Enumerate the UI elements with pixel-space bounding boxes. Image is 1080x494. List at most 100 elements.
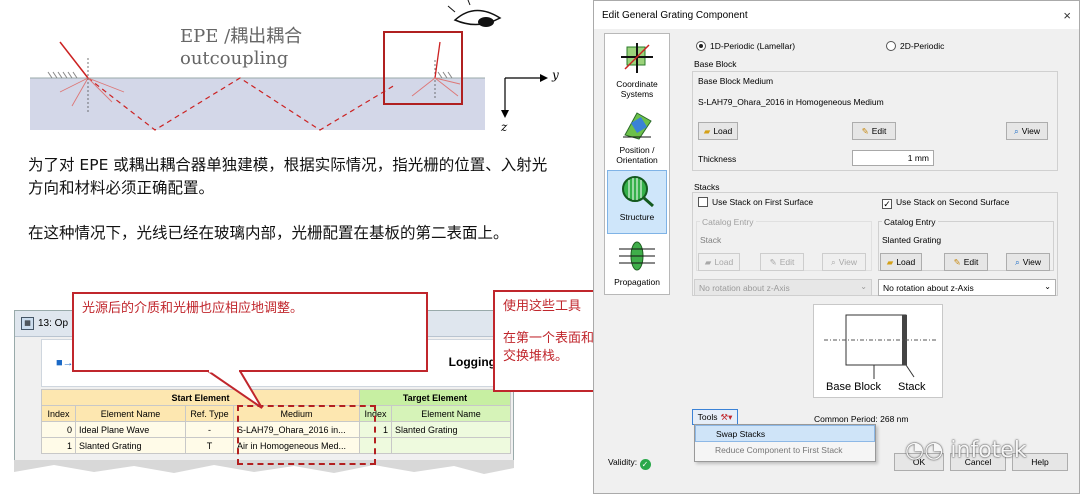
axis-z-label: z [501,120,508,134]
cell[interactable]: - [185,421,234,438]
preview-base-label: Base Block [826,381,882,393]
magnifier-icon: ⌕ [830,256,836,267]
second-rotation-value: No rotation about z-Axis [883,283,974,293]
pencil-icon: ✎ [861,125,869,136]
cell[interactable]: 1 [41,437,76,454]
second-edit-button[interactable]: ✎ Edit [944,253,988,271]
base-block-heading: Base Block [694,59,737,69]
base-block-medium-heading: Base Block Medium [698,76,774,86]
position-orientation-icon [623,112,652,140]
diagram-title: EPE /耦出耦合 outcoupling [180,26,302,70]
cell[interactable]: Slanted Grating [391,421,511,438]
col-index[interactable]: Index [41,405,76,422]
first-stack-value: Stack [700,235,722,245]
paragraph-2: 在这种情况下，光线已经在玻璃内部，光栅配置在基板的第二表面上。 [28,224,509,242]
col-element-name[interactable]: Element Name [75,405,186,422]
radio-2d-periodic[interactable] [886,41,896,51]
second-rotation-select[interactable]: No rotation about z-Axis ⌄ [878,279,1056,296]
tools-icon: ⚒▾ [720,411,733,422]
radio-2d-label: 2D-Periodic [900,41,945,51]
chevron-down-icon: ⌄ [860,282,867,291]
tools-button[interactable]: Tools ⚒▾ [692,409,738,425]
window-icon: ▦ [21,317,34,330]
watermark: ◔◔ infotek [905,438,1027,463]
nav-coordinate-systems-label: Coordinate Systems [616,79,658,99]
snippet-window-title: 13: Op [38,318,69,329]
radio-1d-label: 1D-Periodic (Lamellar) [710,41,796,51]
folder-icon: ▰ [703,125,711,136]
propagation-icon [619,241,655,271]
first-catalog-heading: Catalog Entry [700,217,756,227]
first-edit-label: Edit [779,257,795,267]
folder-icon: ▰ [886,256,894,267]
radio-1d-periodic[interactable] [696,41,706,51]
base-edit-label: Edit [871,126,887,136]
stacks-heading: Stacks [694,182,720,192]
second-load-button[interactable]: ▰ Load [880,253,922,271]
base-edit-button[interactable]: ✎ Edit [852,122,896,140]
slide: EPE /耦出耦合 outcoupling y z 为了对 EPE 或耦出耦合器… [0,0,725,494]
second-catalog-heading: Catalog Entry [882,217,938,227]
preview-stack-label: Stack [898,381,926,393]
coordinate-systems-icon [621,43,653,73]
first-load-button[interactable]: ▰ Load [698,253,740,271]
edit-grating-dialog: Edit General Grating Component × Coordin… [593,0,1080,494]
epe-diagram [30,0,548,131]
callout-1-pointer [204,370,263,409]
use-first-surface-label: Use Stack on First Surface [712,197,814,207]
torn-edge [14,460,514,494]
base-view-button[interactable]: ⌕ View [1006,122,1048,140]
chevron-down-icon: ⌄ [1044,282,1051,291]
cell[interactable]: 0 [41,421,76,438]
paragraph-1: 为了对 EPE 或耦出耦合器单独建模，根据实际情况，指光栅的位置、入射光方向和材… [28,156,548,197]
validity-text: Validity: [608,457,638,467]
second-view-label: View [1022,257,1042,267]
pencil-icon: ✎ [769,256,777,267]
magnifier-icon: ⌕ [1013,125,1019,136]
nav-coordinate-systems[interactable]: Coordinate Systems [607,38,667,102]
cell[interactable]: Ideal Plane Wave [75,421,186,438]
validity-label: Validity: ✓ [608,457,651,470]
col-target-element-name[interactable]: Element Name [391,405,511,422]
first-view-button[interactable]: ⌕ View [822,253,866,271]
logging-tab[interactable]: Logging [449,355,496,369]
base-view-label: View [1021,126,1041,136]
stack-preview: Base Block Stack [813,304,943,398]
cell[interactable] [391,437,511,454]
diagram-title-line-1: EPE /耦出耦合 [180,26,303,47]
watermark-text: infotek [950,438,1027,463]
target-element-header: Target Element [359,389,511,406]
base-load-label: Load [713,126,733,136]
first-edit-button[interactable]: ✎ Edit [760,253,804,271]
menu-swap-stacks[interactable]: Swap Stacks [695,425,875,442]
use-second-surface-checkbox[interactable]: ✓ [882,199,892,209]
cell[interactable]: T [185,437,234,454]
category-nav: Coordinate Systems Position / Orientatio… [604,33,670,295]
magnifier-icon: ⌕ [1014,256,1020,267]
folder-icon: ▰ [704,256,712,267]
second-view-button[interactable]: ⌕ View [1006,253,1050,271]
second-edit-label: Edit [963,257,979,267]
base-load-button[interactable]: ▰ Load [698,122,738,140]
dialog-titlebar: Edit General Grating Component × [594,1,1079,29]
menu-reduce-component[interactable]: Reduce Component to First Stack [695,442,875,459]
first-load-label: Load [714,257,734,267]
nav-structure[interactable]: Structure [607,170,667,234]
use-second-surface-label: Use Stack on Second Surface [896,197,1010,207]
pencil-icon: ✎ [953,256,961,267]
wechat-icon: ◔◔ [905,438,951,463]
first-rotation-value: No rotation about z-Axis [699,283,790,293]
use-first-surface-checkbox[interactable] [698,197,708,207]
thickness-input[interactable]: 1 mm [852,150,934,166]
cell[interactable]: Slanted Grating [75,437,186,454]
check-ok-icon: ✓ [639,459,651,470]
close-icon[interactable]: × [1063,8,1071,23]
first-rotation-select[interactable]: No rotation about z-Axis ⌄ [694,279,872,296]
nav-position-orientation[interactable]: Position / Orientation [607,104,667,168]
nav-propagation[interactable]: Propagation [607,236,667,300]
use-first-surface: Use Stack on First Surface [698,197,813,207]
nav-structure-label: Structure [619,212,655,222]
use-second-surface: ✓ Use Stack on Second Surface [882,197,1009,209]
nav-position-orientation-label: Position / Orientation [616,145,658,165]
axis-y-label: y [552,68,559,82]
